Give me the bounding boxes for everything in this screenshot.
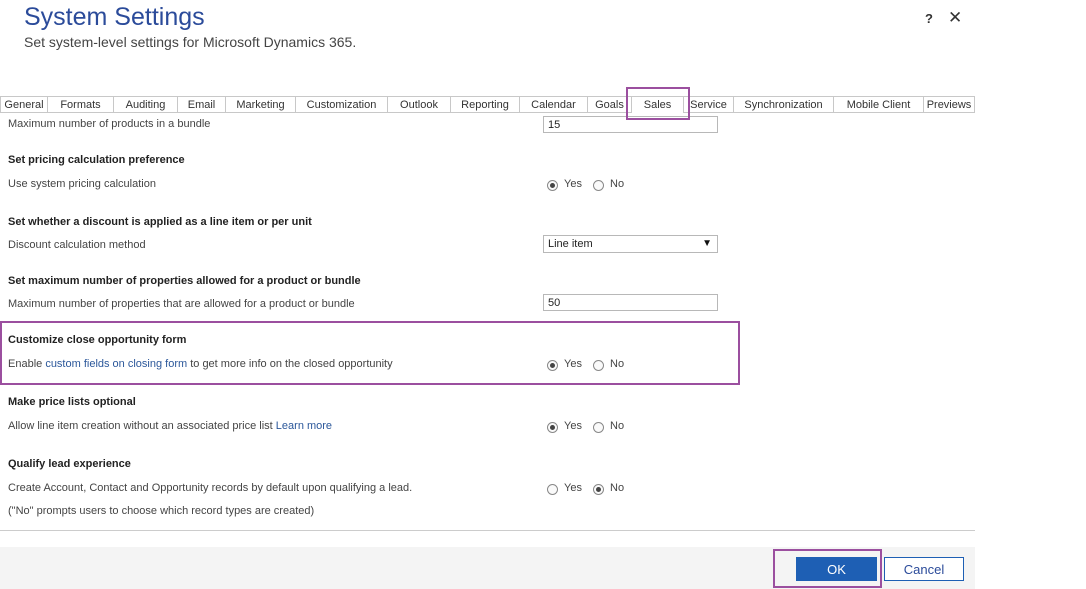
tab-formats[interactable]: Formats [48,96,114,113]
qualify-lead-yes-radio[interactable] [547,484,558,495]
tab-sales[interactable]: Sales [632,96,684,113]
tab-synchronization[interactable]: Synchronization [734,96,834,113]
qualify-lead-section-title: Qualify lead experience [8,458,131,470]
properties-section-title: Set maximum number of properties allowed… [8,275,361,287]
price-lists-no-label: No [610,420,625,432]
close-opportunity-no-radio[interactable] [593,360,604,371]
tab-service[interactable]: Service [684,96,734,113]
price-lists-section-title: Make price lists optional [8,396,136,408]
price-lists-yes-label: Yes [564,420,582,432]
page-title: System Settings [24,3,205,31]
tab-mobile-client[interactable]: Mobile Client [834,96,924,113]
pricing-no-radio[interactable] [593,180,604,191]
pricing-yes-label: Yes [564,178,582,190]
custom-fields-link[interactable]: custom fields on closing form [45,358,187,370]
pricing-no-label: No [610,178,625,190]
qualify-lead-no-radio[interactable] [593,484,604,495]
close-opportunity-label: Enable custom fields on closing form to … [8,358,393,370]
qualify-lead-yes-label: Yes [564,482,582,494]
tab-general[interactable]: General [0,96,48,113]
price-lists-no-radio[interactable] [593,422,604,433]
tab-reporting[interactable]: Reporting [451,96,520,113]
cancel-button[interactable]: Cancel [884,557,964,581]
tab-customization[interactable]: Customization [296,96,388,113]
tab-previews[interactable]: Previews [924,96,975,113]
properties-label: Maximum number of properties that are al… [8,298,355,310]
close-opportunity-yes-label: Yes [564,358,582,370]
tab-marketing[interactable]: Marketing [226,96,296,113]
qualify-lead-label: Create Account, Contact and Opportunity … [8,482,413,494]
bundle-products-label: Maximum number of products in a bundle [8,118,211,130]
pricing-yes-radio[interactable] [547,180,558,191]
close-icon[interactable]: ✕ [948,8,962,28]
close-opportunity-section-title: Customize close opportunity form [8,334,187,346]
qualify-lead-note: ("No" prompts users to choose which reco… [8,505,315,517]
tab-calendar[interactable]: Calendar [520,96,588,113]
tab-outlook[interactable]: Outlook [388,96,451,113]
tab-bar: General Formats Auditing Email Marketing… [0,96,975,115]
close-opportunity-yes-radio[interactable] [547,360,558,371]
footer-divider [0,530,975,531]
tab-goals[interactable]: Goals [588,96,632,113]
help-icon[interactable]: ? [925,11,933,26]
pricing-section-title: Set pricing calculation preference [8,154,185,166]
pricing-label: Use system pricing calculation [8,178,156,190]
discount-section-title: Set whether a discount is applied as a l… [8,216,312,228]
discount-label: Discount calculation method [8,239,146,251]
discount-method-select[interactable]: Line item ▼ [543,235,718,253]
learn-more-link[interactable]: Learn more [276,420,332,432]
discount-method-value: Line item [548,238,593,250]
qualify-lead-no-label: No [610,482,625,494]
price-lists-label: Allow line item creation without an asso… [8,420,333,432]
properties-input[interactable] [543,294,718,311]
price-lists-yes-radio[interactable] [547,422,558,433]
page-subtitle: Set system-level settings for Microsoft … [24,34,357,50]
ok-button[interactable]: OK [796,557,877,581]
dropdown-arrow-icon: ▼ [702,238,712,249]
tab-email[interactable]: Email [178,96,226,113]
bundle-products-input[interactable] [543,116,718,133]
tab-auditing[interactable]: Auditing [114,96,178,113]
close-opportunity-no-label: No [610,358,625,370]
close-opportunity-highlight [0,321,740,385]
